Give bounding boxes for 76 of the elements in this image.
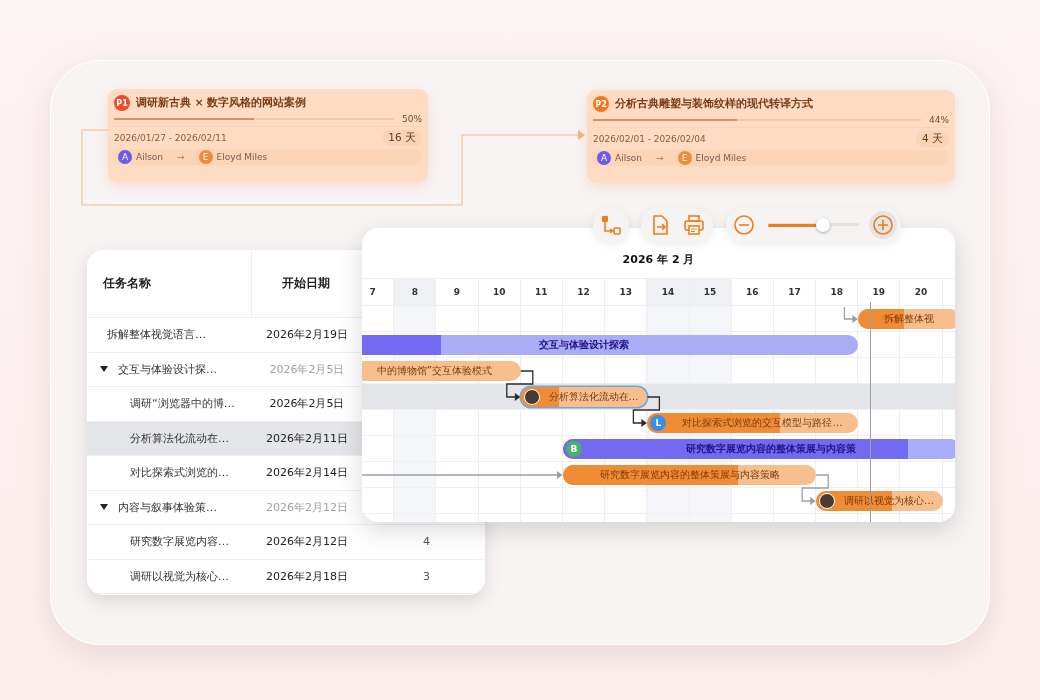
task-card[interactable]: P1 调研新古典 × 数字风格的网站案例 50% 2026/01/27 - 2026/02/11 16 天 A Ailson → E Eloyd Miles — [108, 89, 428, 182]
task-name: 交互与体验设计探… — [118, 361, 217, 377]
zoom-in-button[interactable] — [869, 211, 897, 239]
day-label: 14 — [647, 279, 690, 305]
table-row[interactable]: 交互与体验设计探… 2026年2月5日 — [87, 352, 362, 386]
assignee-name: Ailson — [136, 152, 164, 162]
day-label: 9 — [436, 279, 479, 305]
start-date: 2026年2月19日 — [266, 327, 348, 343]
priority-badge: P2 — [593, 96, 609, 112]
link-tasks-icon — [600, 214, 622, 236]
avatar: A — [118, 150, 132, 164]
task-name: 对比探索式浏览的… — [130, 465, 229, 481]
bar-label: 交互与体验设计探索 — [538, 338, 631, 352]
column-header[interactable]: 任务名称 — [87, 250, 252, 317]
dependency-arrow — [506, 370, 534, 401]
avatar: E — [677, 151, 692, 165]
start-date: 2026年2月5日 — [269, 361, 345, 377]
dependency-arrow — [801, 474, 829, 505]
table-row[interactable]: 研究数字展览内容… 2026年2月12日 — [87, 525, 368, 559]
table-row[interactable]: 内容与叙事体验策… 2026年2月12日 — [87, 490, 362, 524]
table-row[interactable]: 对比探索式浏览的… 2026年2月14日 — [87, 456, 362, 490]
day-label: 16 — [731, 279, 774, 305]
progress-percent: 50% — [402, 114, 422, 124]
start-date: 2026年2月14日 — [266, 465, 348, 481]
print-icon — [683, 214, 705, 236]
assignee-name: Eloyd Miles — [216, 152, 268, 162]
table-cell: 3 — [423, 569, 430, 583]
task-name: 分析算法化流动在… — [130, 430, 229, 446]
task-name: 研究数字展览内容… — [130, 534, 229, 550]
dependency-arrow — [843, 306, 858, 323]
task-name: 拆解整体视觉语言… — [107, 327, 206, 343]
bar-label: 研究数字展览内容的整体策展与内容策 — [684, 442, 857, 456]
table-row[interactable]: 拆解整体视觉语言… 2026年2月19日 — [87, 318, 362, 352]
day-label: 11 — [520, 279, 563, 305]
task-name: 调研以视觉为核心… — [130, 568, 229, 584]
table-row[interactable]: 调研“浏览器中的博… 2026年2月5日 — [87, 387, 362, 421]
table-row[interactable]: 分析算法化流动在… 2026年2月11日 — [87, 421, 362, 455]
task-card[interactable]: P2 分析古典雕塑与装饰纹样的现代转译方式 44% 2026/02/01 - 2026/02/04 4 天 A Ailson → E Eloyd Miles — [587, 90, 955, 183]
table-row[interactable]: 调研以视觉为核心… 2026年2月18日 — [87, 559, 368, 593]
bar-label: 中的博物馆”交互体验模式 — [375, 364, 493, 378]
plus-icon — [872, 214, 894, 236]
day-label: 18 — [816, 279, 859, 305]
start-date: 2026年2月18日 — [266, 568, 348, 584]
day-label: 8 — [394, 279, 437, 305]
day-label: 15 — [689, 279, 732, 305]
month-title: 2026 年 2 月 — [621, 252, 696, 268]
start-date: 2026年2月5日 — [269, 396, 345, 412]
duration-badge: 16 天 — [382, 130, 422, 146]
date-range: 2026/01/27 - 2026/02/11 — [114, 133, 227, 143]
column-header[interactable]: 开始日期 — [252, 250, 360, 317]
summary-bar[interactable]: 交互与体验设计探索 — [362, 335, 859, 355]
arrow-icon: → — [177, 152, 185, 162]
slider-thumb[interactable] — [815, 218, 830, 232]
avatar: A — [597, 151, 611, 165]
day-label: 20 — [900, 279, 943, 305]
card-title: 分析古典雕塑与装饰纹样的现代转译方式 — [615, 97, 813, 111]
task-name: 内容与叙事体验策… — [118, 499, 217, 515]
table-cell: 4 — [423, 535, 430, 549]
date-range: 2026/02/01 - 2026/02/04 — [593, 134, 706, 144]
start-date: 2026年2月11日 — [266, 430, 348, 446]
arrow-icon: → — [656, 153, 664, 163]
day-label: 10 — [478, 279, 521, 305]
day-label: 17 — [773, 279, 817, 305]
minus-icon — [733, 214, 755, 236]
card-title: 调研新古典 × 数字风格的网站案例 — [136, 96, 307, 110]
assignee-name: Ailson — [615, 153, 643, 163]
start-date: 2026年2月12日 — [266, 534, 348, 550]
start-date: 2026年2月12日 — [266, 499, 348, 515]
progress-percent: 44% — [929, 115, 949, 125]
priority-badge: P1 — [114, 95, 130, 111]
day-label: 12 — [562, 279, 606, 305]
assignee-name: Eloyd Miles — [695, 153, 747, 163]
avatar: E — [198, 150, 213, 164]
duration-badge: 4 天 — [915, 131, 949, 147]
task-name: 调研“浏览器中的博… — [130, 396, 235, 412]
task-bar[interactable]: 中的博物馆”交互体验模式 — [362, 361, 521, 381]
